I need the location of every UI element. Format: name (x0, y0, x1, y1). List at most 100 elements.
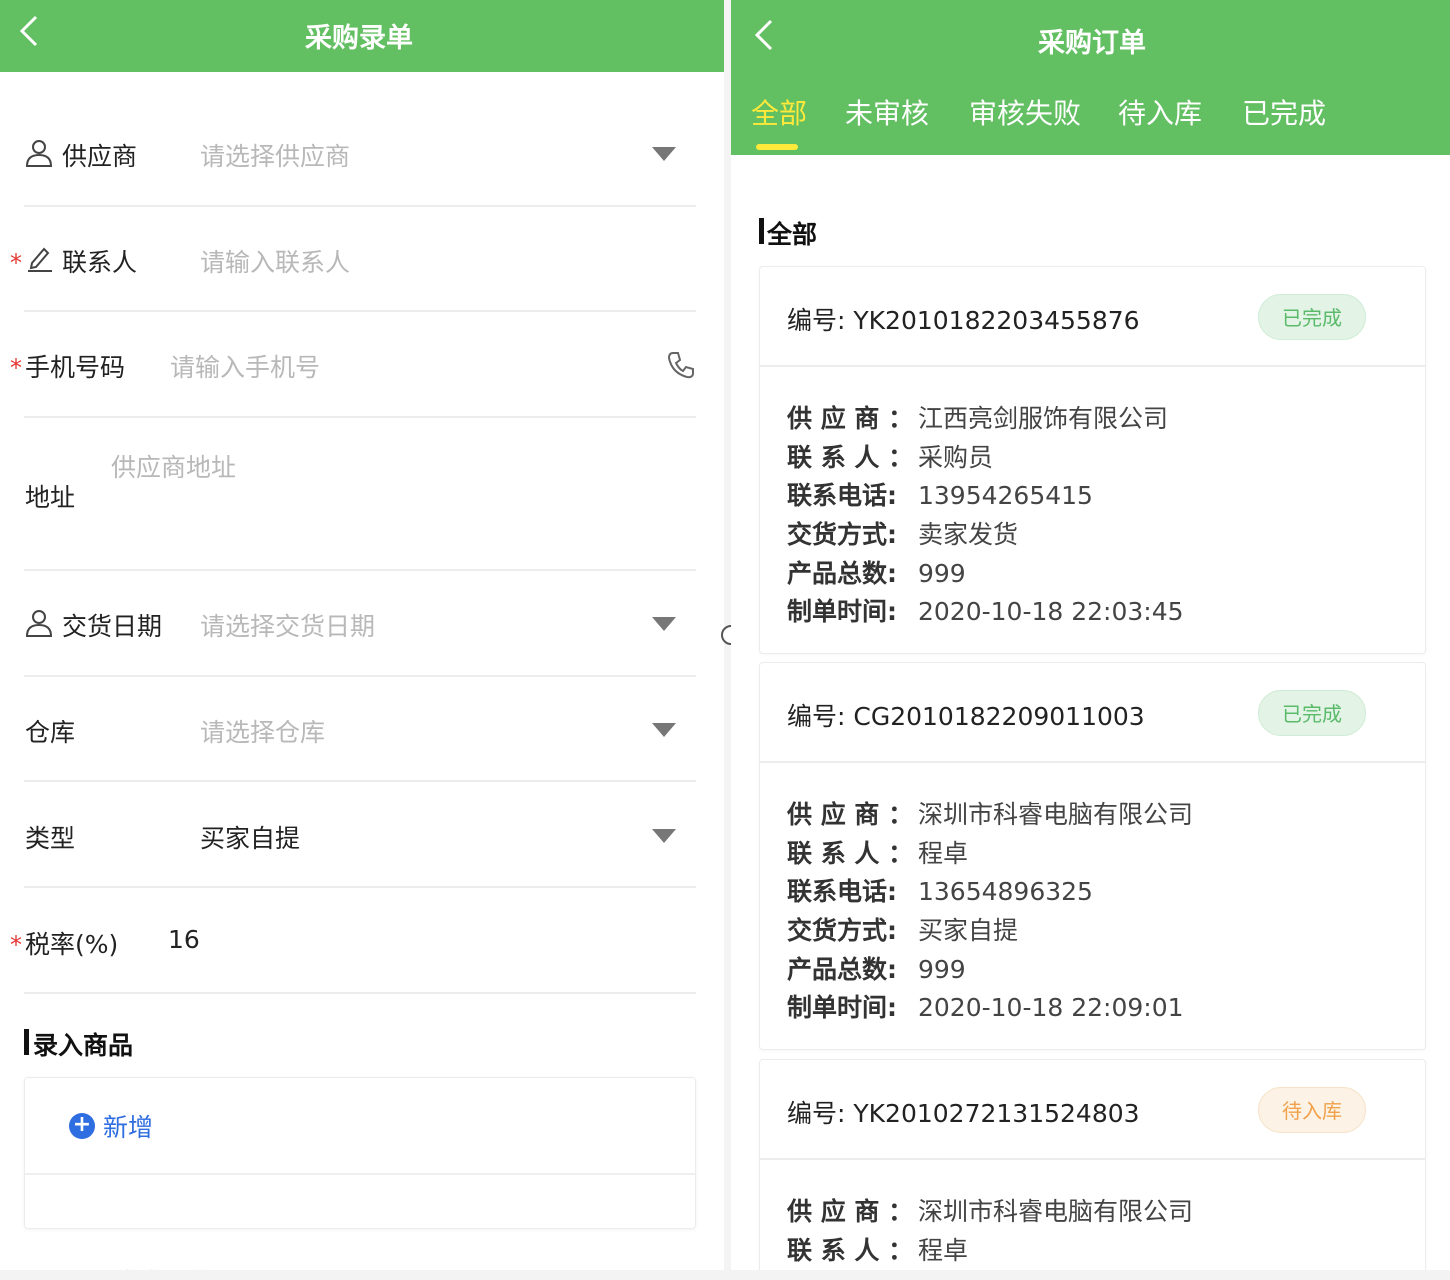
address-label: 地址 (25, 483, 76, 512)
person-icon (24, 138, 54, 172)
order-supplier: 供 应 商 ：深圳市科睿电脑有限公司 (787, 1192, 1193, 1228)
type-select[interactable]: 买家自提 (200, 819, 300, 855)
order-number: 编号: CG2010182209011003 (787, 697, 1145, 733)
tax-rate-row[interactable]: * 税率(%) 16 (10, 888, 696, 994)
person-icon (24, 608, 54, 642)
section-bar (759, 218, 764, 244)
chevron-down-icon[interactable] (652, 723, 676, 737)
contact-value: 采购员 (918, 443, 994, 472)
goods-box: + 新增 (24, 1077, 696, 1229)
created-key: 制单时间: (787, 993, 897, 1022)
page-title: 采购录单 (305, 23, 413, 54)
contact-label: 联系人 (62, 248, 138, 277)
chevron-down-icon[interactable] (652, 829, 676, 843)
tab-all[interactable]: 全部 (751, 92, 807, 132)
required-mark: * (10, 249, 22, 277)
section-bar (24, 1029, 29, 1055)
order-contact: 联 系 人 ：采购员 (787, 438, 993, 474)
page-title: 采购订单 (1038, 28, 1146, 59)
created-key: 制单时间: (787, 597, 897, 626)
order-contact: 联 系 人 ：程卓 (787, 1231, 968, 1267)
required-mark: * (10, 931, 22, 959)
contact-key: 联 系 人 ： (787, 839, 914, 868)
tab-unreviewed[interactable]: 未审核 (845, 92, 929, 132)
phone-value: 13654896325 (918, 877, 1093, 906)
supplier-row[interactable]: 供应商 请选择供应商 (24, 100, 696, 207)
delivery-value: 买家自提 (918, 916, 1019, 945)
supplier-key: 供 应 商 ： (787, 404, 914, 433)
contact-row[interactable]: * 联系人 请输入联系人 (10, 207, 696, 312)
chevron-down-icon[interactable] (652, 617, 676, 631)
delivery-key: 交货方式: (787, 520, 897, 549)
tax-rate-label: 税率(%) (25, 930, 119, 959)
created-value: 2020-10-18 22:03:45 (918, 597, 1184, 626)
supplier-value: 深圳市科睿电脑有限公司 (918, 1197, 1194, 1226)
phone-input[interactable]: 请输入手机号 (170, 348, 320, 384)
order-supplier: 供 应 商 ：深圳市科睿电脑有限公司 (787, 795, 1193, 831)
warehouse-row[interactable]: 仓库 请选择仓库 (24, 677, 696, 782)
delivery-date-select[interactable]: 请选择交货日期 (200, 607, 375, 643)
order-card[interactable]: 编号: YK2010272131524803 待入库 供 应 商 ：深圳市科睿电… (759, 1059, 1426, 1280)
delivery-date-label: 交货日期 (62, 612, 163, 641)
contact-input[interactable]: 请输入联系人 (200, 243, 350, 279)
status-badge: 已完成 (1258, 294, 1366, 340)
address-input[interactable]: 供应商地址 (111, 448, 236, 484)
add-goods-button[interactable]: + 新增 (69, 1108, 153, 1144)
order-contact: 联 系 人 ：程卓 (787, 834, 968, 870)
order-card-header: 编号: YK2010272131524803 待入库 (760, 1060, 1425, 1160)
delivery-key: 交货方式: (787, 916, 897, 945)
required-mark: * (10, 354, 22, 382)
contact-value: 程卓 (918, 1236, 969, 1265)
total-key: 产品总数: (787, 559, 897, 588)
order-card-header: 编号: CG2010182209011003 已完成 (760, 663, 1425, 763)
order-created: 制单时间: 2020-10-18 22:09:01 (787, 988, 1184, 1024)
order-created: 制单时间: 2020-10-18 22:03:45 (787, 592, 1184, 628)
total-key: 产品总数: (787, 955, 897, 984)
bottom-bar (0, 1270, 1450, 1280)
phone-key: 联系电话: (787, 877, 897, 906)
order-card[interactable]: 编号: YK2010182203455876 已完成 供 应 商 ：江西亮剑服饰… (759, 266, 1426, 654)
order-number-label: 编号: (787, 1099, 846, 1128)
supplier-value: 深圳市科睿电脑有限公司 (918, 800, 1194, 829)
plus-icon: + (69, 1113, 95, 1139)
pen-icon (26, 243, 54, 277)
warehouse-select[interactable]: 请选择仓库 (200, 713, 325, 749)
order-phone: 联系电话: 13654896325 (787, 872, 1093, 908)
type-row[interactable]: 类型 买家自提 (24, 782, 696, 888)
phone-value: 13954265415 (918, 481, 1093, 510)
supplier-key: 供 应 商 ： (787, 1197, 914, 1226)
tax-rate-input[interactable]: 16 (168, 925, 200, 954)
active-tab-indicator (756, 144, 798, 150)
back-icon[interactable] (753, 18, 777, 52)
tab-completed[interactable]: 已完成 (1242, 92, 1326, 132)
chevron-down-icon[interactable] (652, 147, 676, 161)
order-phone: 联系电话: 13954265415 (787, 476, 1093, 512)
delivery-date-row[interactable]: 交货日期 请选择交货日期 (24, 571, 696, 677)
phone-row[interactable]: * 手机号码 请输入手机号 (10, 312, 696, 418)
supplier-select[interactable]: 请选择供应商 (200, 137, 350, 173)
order-card-header: 编号: YK2010182203455876 已完成 (760, 267, 1425, 367)
back-icon[interactable] (18, 14, 42, 48)
phone-key: 联系电话: (787, 481, 897, 510)
tab-pending-storage[interactable]: 待入库 (1118, 92, 1202, 132)
address-row[interactable]: 地址 供应商地址 (24, 418, 696, 571)
order-number-value: YK2010272131524803 (853, 1099, 1140, 1128)
status-badge: 已完成 (1258, 690, 1366, 736)
order-card[interactable]: 编号: CG2010182209011003 已完成 供 应 商 ：深圳市科睿电… (759, 662, 1426, 1050)
goods-section-title: 录入商品 (33, 1031, 134, 1060)
add-goods-label: 新增 (103, 1113, 154, 1142)
header: 采购订单 全部 未审核 审核失败 待入库 已完成 (731, 0, 1450, 155)
order-number: 编号: YK2010182203455876 (787, 301, 1140, 337)
order-delivery: 交货方式: 买家自提 (787, 911, 1018, 947)
order-total: 产品总数: 999 (787, 554, 966, 590)
contact-value: 程卓 (918, 839, 969, 868)
order-delivery: 交货方式: 卖家发货 (787, 515, 1018, 551)
tab-review-failed[interactable]: 审核失败 (969, 92, 1081, 132)
divider (25, 1173, 695, 1175)
order-number-value: YK2010182203455876 (853, 306, 1140, 335)
purchase-entry-screen: 采购录单 供应商 请选择供应商 * 联系人 请输入联系人 * 手机号码 请输入手… (0, 0, 724, 1280)
type-label: 类型 (25, 824, 76, 853)
phone-icon[interactable] (666, 350, 696, 384)
status-badge: 待入库 (1258, 1087, 1366, 1133)
contact-key: 联 系 人 ： (787, 1236, 914, 1265)
